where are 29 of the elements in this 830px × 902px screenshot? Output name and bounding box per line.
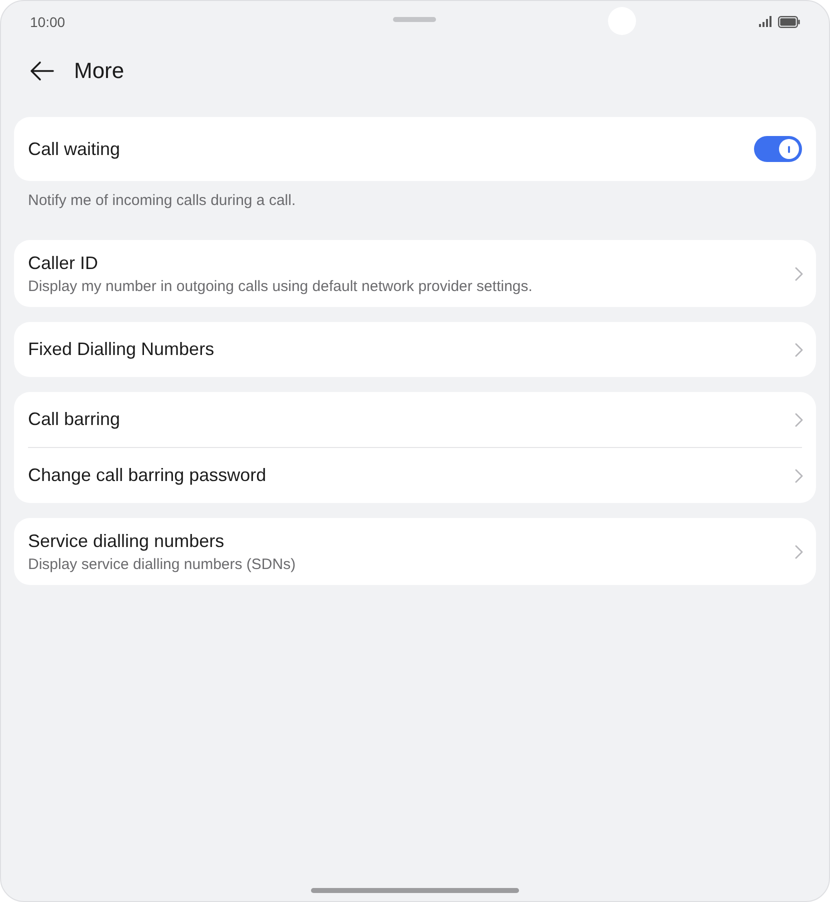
toggle-thumb [779,139,799,159]
row-subtitle: Display my number in outgoing calls using default network provider settings. [28,276,532,296]
chevron-right-icon [795,544,803,558]
row-title: Service dialling numbers [28,530,226,552]
row-title: Call barring [28,408,120,431]
chevron-right-icon [795,412,803,426]
page-title: More [74,57,124,85]
chevron-right-icon [795,266,803,280]
chevron-right-icon [795,468,803,482]
toggle-switch[interactable] [754,136,802,162]
row-title: Caller ID [28,252,100,274]
row-subtitle: Display service dialling numbers (SDNs) [28,554,296,574]
chevron-right-icon [795,342,803,356]
row-title: Call waiting [28,138,120,161]
settings-row[interactable]: Fixed Dialling Numbers [14,322,816,377]
battery-icon [778,16,800,28]
back-arrow-icon [30,61,54,81]
settings-row[interactable]: Call waiting [14,117,816,181]
row-title: Change call barring password [28,464,266,487]
signal-icon [759,16,772,27]
settings-row[interactable]: Caller ID Display my number in outgoing calls using default network provider settings. [14,240,816,307]
settings-row[interactable]: Change call barring password [14,448,816,503]
back-button[interactable] [30,59,54,83]
settings-row[interactable]: Call barring [14,392,816,447]
row-title: Fixed Dialling Numbers [28,338,214,361]
status-time: 10:00 [30,12,66,30]
drag-handle [393,17,436,22]
settings-row[interactable]: Service dialling numbers Display service dialling numbers (SDNs) [14,518,816,585]
section-footer: Notify me of incoming calls during a call. [14,181,816,225]
